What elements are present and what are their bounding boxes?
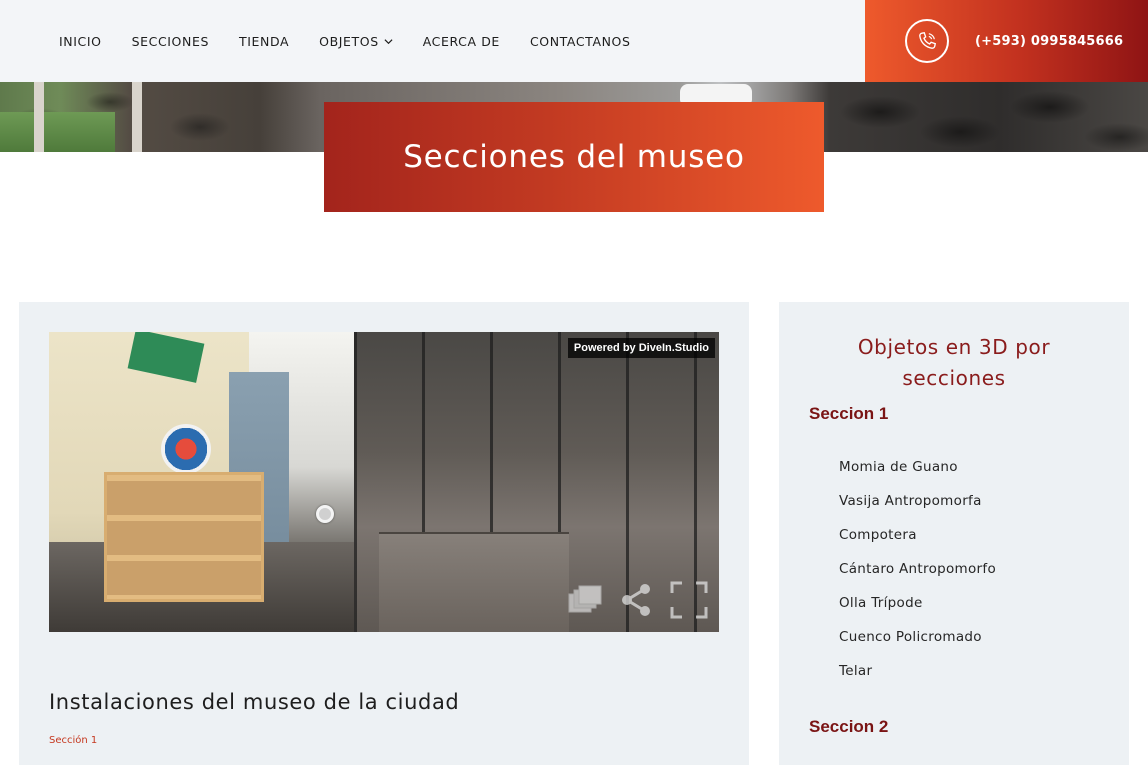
tour-scene-cabinet-base <box>379 532 569 632</box>
section-1-title[interactable]: Seccion 1 <box>809 404 888 424</box>
hero-car <box>680 84 752 104</box>
hero-statue <box>34 82 44 152</box>
nav-inicio[interactable]: INICIO <box>59 34 102 49</box>
hero-statue <box>132 82 142 152</box>
nav-tienda[interactable]: TIENDA <box>239 34 289 49</box>
sidebar-heading-line2: secciones <box>902 366 1006 390</box>
phone-icon <box>905 19 949 63</box>
gallery-icon[interactable] <box>565 580 605 620</box>
main-nav: INICIO SECCIONES TIENDA OBJETOS ACERCA D… <box>0 0 865 82</box>
object-link[interactable]: Vasija Antropomorfa <box>839 491 996 525</box>
nav-objetos[interactable]: OBJETOS <box>319 34 393 49</box>
object-link[interactable]: Momia de Guano <box>839 457 996 491</box>
object-link[interactable]: Compotera <box>839 525 996 559</box>
nav-acerca-de[interactable]: ACERCA DE <box>423 34 500 49</box>
tour-scene-emblem <box>161 424 211 474</box>
objects-sidebar: Objetos en 3D por secciones Seccion 1 Mo… <box>779 302 1129 765</box>
object-link[interactable]: Cántaro Antropomorfo <box>839 559 996 593</box>
card-title[interactable]: Instalaciones del museo de la ciudad <box>49 690 459 714</box>
share-icon[interactable] <box>617 580 657 620</box>
virtual-tour-viewer[interactable]: Powered by DiveIn.Studio <box>49 332 719 632</box>
section-tag[interactable]: Sección 1 <box>49 735 97 746</box>
top-bar: INICIO SECCIONES TIENDA OBJETOS ACERCA D… <box>0 0 1148 82</box>
object-link[interactable]: Olla Trípode <box>839 593 996 627</box>
page-title: Secciones del museo <box>403 139 745 175</box>
nav-secciones[interactable]: SECCIONES <box>132 34 209 49</box>
chevron-down-icon <box>384 38 393 44</box>
tour-scene-shelf <box>104 472 264 602</box>
object-link[interactable]: Telar <box>839 661 996 695</box>
sidebar-heading-line1: Objetos en 3D por <box>857 335 1051 359</box>
section-2-title[interactable]: Seccion 2 <box>809 717 888 737</box>
section-card: Powered by DiveIn.Studio Instalaciones d… <box>19 302 749 765</box>
tour-hotspot[interactable] <box>316 505 334 523</box>
page-title-banner: Secciones del museo <box>324 102 824 212</box>
contact-block[interactable]: (+593) 0995845666 <box>865 0 1148 82</box>
powered-by-badge[interactable]: Powered by DiveIn.Studio <box>567 338 715 358</box>
hero-grass <box>0 112 115 152</box>
sidebar-heading: Objetos en 3D por secciones <box>779 332 1129 394</box>
fullscreen-icon[interactable] <box>669 580 709 620</box>
nav-contactanos[interactable]: CONTACTANOS <box>530 34 631 49</box>
object-link[interactable]: Cuenco Policromado <box>839 627 996 661</box>
section-1-object-list: Momia de Guano Vasija Antropomorfa Compo… <box>839 457 996 695</box>
nav-objetos-label: OBJETOS <box>319 33 379 49</box>
phone-number[interactable]: (+593) 0995845666 <box>975 34 1123 49</box>
